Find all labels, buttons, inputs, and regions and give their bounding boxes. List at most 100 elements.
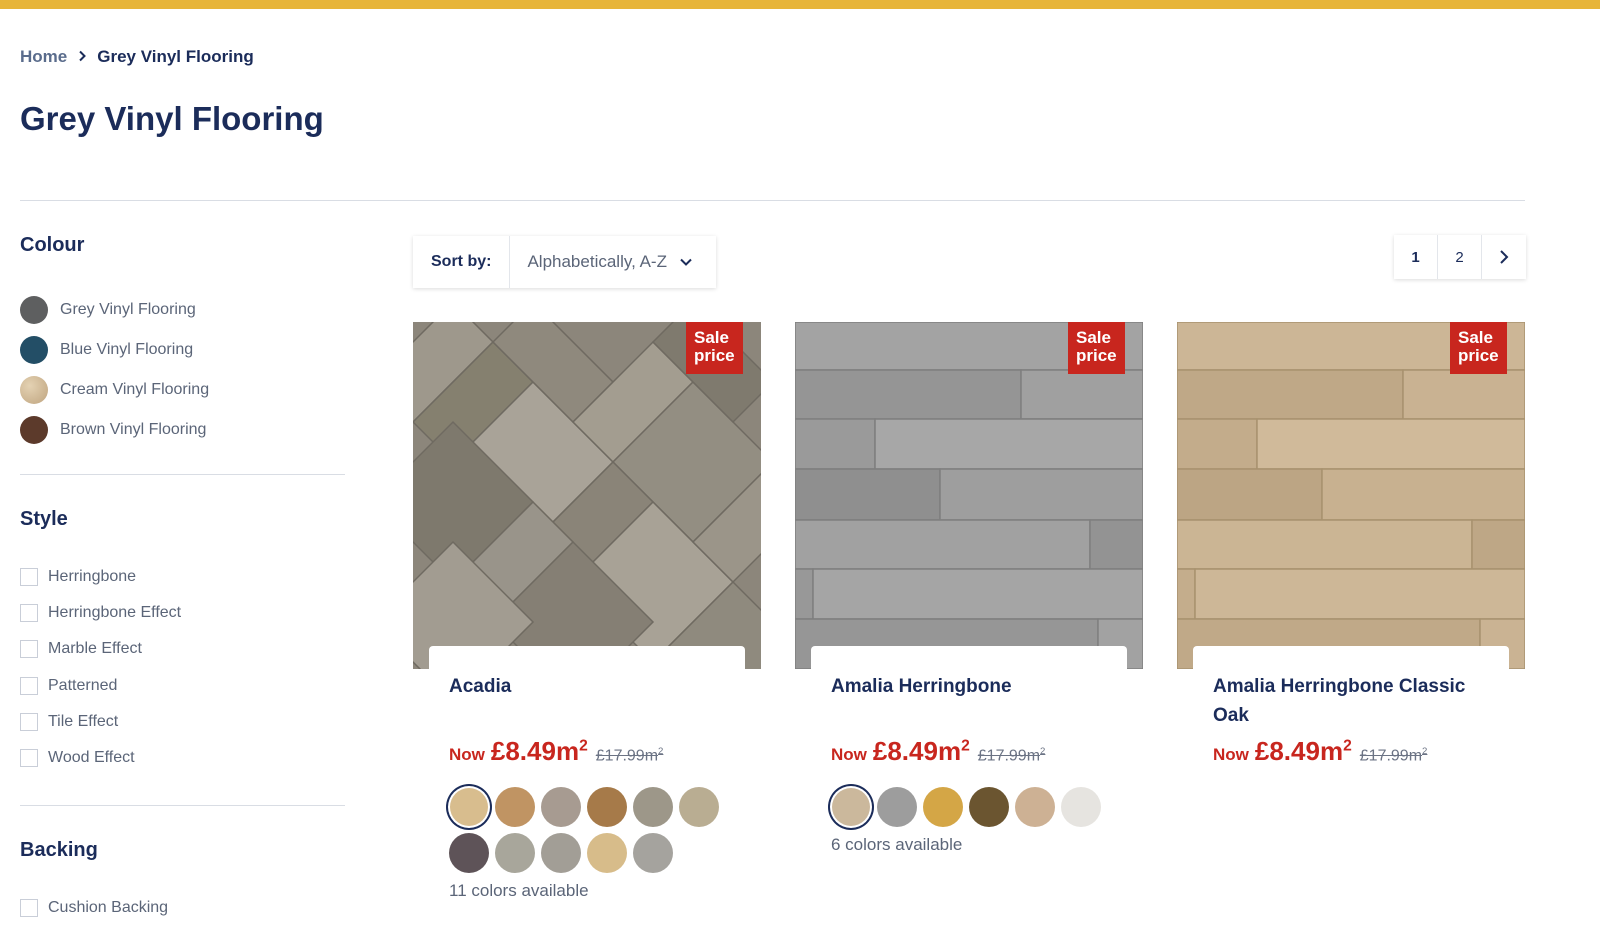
price-row: Now £8.49m2 £17.99m2 — [1213, 736, 1489, 767]
breadcrumb-home-link[interactable]: Home — [20, 47, 67, 67]
unit-superscript: 2 — [579, 737, 588, 755]
colour-filter-grey[interactable]: Grey Vinyl Flooring — [20, 290, 209, 330]
unit-superscript: 2 — [1343, 737, 1352, 755]
colour-filter-brown[interactable]: Brown Vinyl Flooring — [20, 410, 209, 450]
breadcrumb: Home Grey Vinyl Flooring — [20, 47, 254, 67]
sale-price-value: £8.49m — [872, 736, 962, 766]
chevron-right-icon — [1500, 250, 1509, 264]
style-filter-label: Marble Effect — [48, 640, 142, 658]
style-filter-herringbone[interactable]: Herringbone — [20, 559, 181, 595]
checkbox[interactable] — [20, 899, 38, 918]
product-image[interactable]: Sale price — [795, 322, 1143, 669]
colour-swatch[interactable] — [1015, 787, 1055, 827]
colour-swatch[interactable] — [541, 833, 581, 873]
product-card: Sale price Acadia Now £8.49m2 £17.99m2 11… — [413, 322, 761, 901]
colour-filter-label: Blue Vinyl Flooring — [60, 341, 194, 358]
product-card: Sale price Amalia Herringbone Now £8.49m2… — [795, 322, 1143, 855]
colour-swatch[interactable] — [832, 788, 870, 826]
colour-swatches — [831, 787, 1121, 833]
colour-swatch[interactable] — [449, 833, 489, 873]
oak-plank-floor-image — [1177, 322, 1525, 669]
sort-label: Sort by: — [413, 236, 511, 288]
product-name-link[interactable]: Amalia Herringbone Classic Oak — [1213, 672, 1489, 730]
colour-swatch[interactable] — [633, 833, 673, 873]
product-info: Acadia Now £8.49m2 £17.99m2 11 colors av… — [429, 646, 745, 901]
sale-price-badge: Sale price — [1068, 322, 1125, 374]
product-image[interactable]: Sale price — [1177, 322, 1525, 669]
checkbox[interactable] — [20, 640, 38, 659]
colour-swatch[interactable] — [877, 787, 917, 827]
colour-swatch[interactable] — [541, 787, 581, 827]
checkbox[interactable] — [20, 749, 38, 768]
checkbox[interactable] — [20, 568, 38, 587]
sort-dropdown[interactable]: Sort by: Alphabetically, A-Z — [413, 236, 716, 288]
backing-filter-list: Cushion Backing — [20, 890, 168, 926]
product-name-link[interactable]: Acadia — [449, 672, 725, 730]
product-image[interactable]: Sale price — [413, 322, 761, 669]
next-page-button[interactable] — [1482, 235, 1526, 279]
header-divider — [20, 200, 1525, 201]
filter-divider — [20, 805, 345, 806]
checkbox[interactable] — [20, 676, 38, 695]
was-price: £17.99m2 — [978, 746, 1046, 765]
price-row: Now £8.49m2 £17.99m2 — [449, 736, 725, 767]
sale-price: £8.49m2 — [1255, 736, 1352, 767]
sale-price: £8.49m2 — [873, 736, 970, 767]
style-filter-label: Wood Effect — [48, 749, 135, 767]
was-price-value: £17.99m — [595, 747, 659, 764]
product-info: Amalia Herringbone Now £8.49m2 £17.99m2 … — [811, 646, 1127, 855]
price-row: Now £8.49m2 £17.99m2 — [831, 736, 1107, 767]
style-filter-heading: Style — [20, 508, 68, 530]
backing-filter-heading: Backing — [20, 839, 98, 861]
sale-price-badge: Sale price — [1450, 322, 1507, 374]
filter-divider — [20, 474, 345, 475]
chevron-down-icon — [680, 258, 692, 266]
colour-swatch[interactable] — [495, 787, 535, 827]
was-price-value: £17.99m — [1359, 747, 1423, 764]
now-label: Now — [831, 745, 867, 764]
style-filter-patterned[interactable]: Patterned — [20, 668, 181, 704]
colour-swatch[interactable] — [587, 787, 627, 827]
now-label: Now — [449, 745, 485, 764]
colour-filter-label: Cream Vinyl Flooring — [60, 381, 210, 398]
unit-superscript: 2 — [961, 737, 970, 755]
sort-selected-value: Alphabetically, A-Z — [527, 252, 667, 271]
colour-filter-cream[interactable]: Cream Vinyl Flooring — [20, 370, 209, 410]
colors-available-count: 6 colors available — [831, 835, 963, 854]
checkbox[interactable] — [20, 604, 38, 623]
backing-filter-cushion[interactable]: Cushion Backing — [20, 890, 168, 926]
colour-swatch[interactable] — [969, 787, 1009, 827]
colour-filter-blue[interactable]: Blue Vinyl Flooring — [20, 330, 209, 370]
colour-filter-label: Grey Vinyl Flooring — [60, 301, 196, 318]
colour-filter-heading: Colour — [20, 234, 85, 256]
sale-price-value: £8.49m — [1254, 736, 1344, 766]
grey-colour-swatch — [20, 296, 48, 324]
colour-filter-label: Brown Vinyl Flooring — [60, 421, 207, 438]
herringbone-floor-image — [413, 322, 761, 669]
unit-superscript: 2 — [1040, 745, 1046, 757]
style-filter-marble-effect[interactable]: Marble Effect — [20, 631, 181, 667]
style-filter-wood-effect[interactable]: Wood Effect — [20, 740, 181, 776]
colour-swatch[interactable] — [450, 788, 488, 826]
top-accent-bar — [0, 0, 1600, 9]
colour-swatch[interactable] — [495, 833, 535, 873]
page-2-button[interactable]: 2 — [1438, 235, 1482, 279]
colour-swatch[interactable] — [679, 787, 719, 827]
colour-swatch[interactable] — [1061, 787, 1101, 827]
was-price-value: £17.99m — [977, 747, 1041, 764]
style-filter-label: Herringbone Effect — [48, 604, 182, 622]
pagination: 1 2 — [1394, 235, 1526, 279]
page-1-button[interactable]: 1 — [1394, 235, 1438, 279]
product-name-link[interactable]: Amalia Herringbone — [831, 672, 1107, 730]
colour-swatch[interactable] — [633, 787, 673, 827]
colour-swatch[interactable] — [587, 833, 627, 873]
blue-colour-swatch — [20, 336, 48, 364]
colour-swatch[interactable] — [923, 787, 963, 827]
style-filter-list: Herringbone Herringbone Effect Marble Ef… — [20, 559, 181, 776]
style-filter-tile-effect[interactable]: Tile Effect — [20, 704, 181, 740]
product-info: Amalia Herringbone Classic Oak Now £8.49… — [1193, 646, 1509, 767]
cream-colour-swatch — [20, 376, 48, 404]
checkbox[interactable] — [20, 712, 38, 731]
style-filter-herringbone-effect[interactable]: Herringbone Effect — [20, 595, 181, 631]
grey-plank-floor-image — [795, 322, 1143, 669]
